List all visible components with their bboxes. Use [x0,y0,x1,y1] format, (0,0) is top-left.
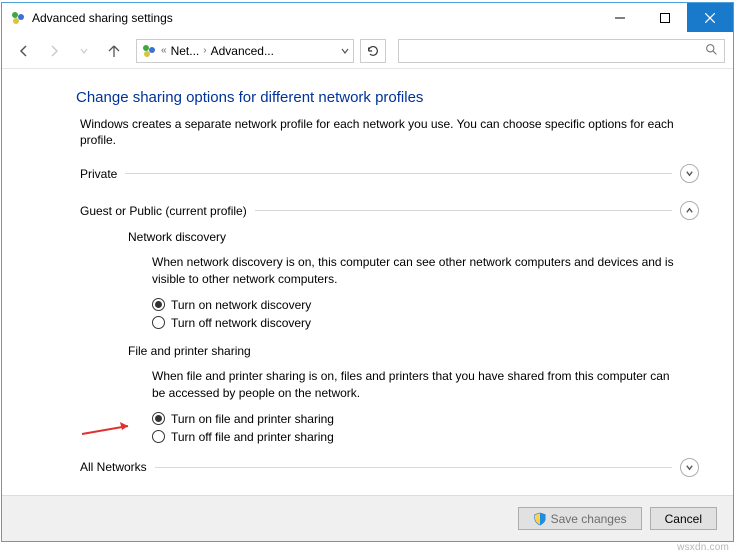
section-private[interactable]: Private [80,164,699,183]
back-button[interactable] [10,39,38,63]
radio-icon [152,412,165,425]
section-all-networks[interactable]: All Networks [80,458,699,477]
group-title: File and printer sharing [128,344,679,358]
radio-fps-off[interactable]: Turn off file and printer sharing [152,430,679,444]
section-label: Guest or Public (current profile) [80,204,255,218]
app-icon [10,10,26,26]
radio-fps-on[interactable]: Turn on file and printer sharing [152,412,679,426]
window-title: Advanced sharing settings [32,11,597,25]
radio-label: Turn off file and printer sharing [171,430,334,444]
section-label: All Networks [80,460,155,474]
window-frame: Advanced sharing settings « Net... › Adv… [1,2,734,542]
refresh-button[interactable] [360,39,386,63]
group-description: When file and printer sharing is on, fil… [152,368,679,402]
section-label: Private [80,167,125,181]
radio-icon [152,298,165,311]
collapse-button[interactable] [680,201,699,220]
content-area: Change sharing options for different net… [2,69,733,495]
divider [125,173,672,174]
divider [155,467,672,468]
breadcrumb-part[interactable]: Net... [171,44,200,58]
chevron-left-icon: « [161,45,167,56]
refresh-icon [366,44,380,58]
network-discovery-group: Network discovery When network discovery… [80,230,699,330]
divider [255,210,672,211]
cancel-button[interactable]: Cancel [650,507,717,530]
page-title: Change sharing options for different net… [76,89,699,106]
radio-icon [152,430,165,443]
forward-button[interactable] [40,39,68,63]
minimize-button[interactable] [597,3,642,32]
close-button[interactable] [687,3,733,32]
file-printer-sharing-group: File and printer sharing When file and p… [80,344,699,444]
watermark: wsxdn.com [677,542,729,553]
network-icon [141,43,157,59]
radio-nd-on[interactable]: Turn on network discovery [152,298,679,312]
navbar: « Net... › Advanced... [2,33,733,69]
shield-icon [533,512,547,526]
radio-label: Turn on file and printer sharing [171,412,334,426]
recent-dropdown[interactable] [70,39,98,63]
breadcrumb[interactable]: « Net... › Advanced... [136,39,354,63]
page-description: Windows creates a separate network profi… [80,116,699,148]
breadcrumb-part[interactable]: Advanced... [211,44,274,58]
group-title: Network discovery [128,230,679,244]
expand-button[interactable] [680,458,699,477]
radio-nd-off[interactable]: Turn off network discovery [152,316,679,330]
expand-button[interactable] [680,164,699,183]
up-button[interactable] [100,39,128,63]
titlebar: Advanced sharing settings [2,3,733,33]
radio-icon [152,316,165,329]
save-changes-button[interactable]: Save changes [518,507,642,530]
search-icon [705,43,718,59]
radio-label: Turn off network discovery [171,316,311,330]
footer: Save changes Cancel [2,495,733,541]
search-input[interactable] [398,39,725,63]
breadcrumb-dropdown[interactable] [335,40,353,62]
maximize-button[interactable] [642,3,687,32]
button-label: Cancel [665,512,702,526]
radio-label: Turn on network discovery [171,298,311,312]
group-description: When network discovery is on, this compu… [152,254,679,288]
button-label: Save changes [551,512,627,526]
section-guest-public[interactable]: Guest or Public (current profile) [80,201,699,220]
chevron-right-icon: › [203,45,206,56]
window-controls [597,3,733,33]
